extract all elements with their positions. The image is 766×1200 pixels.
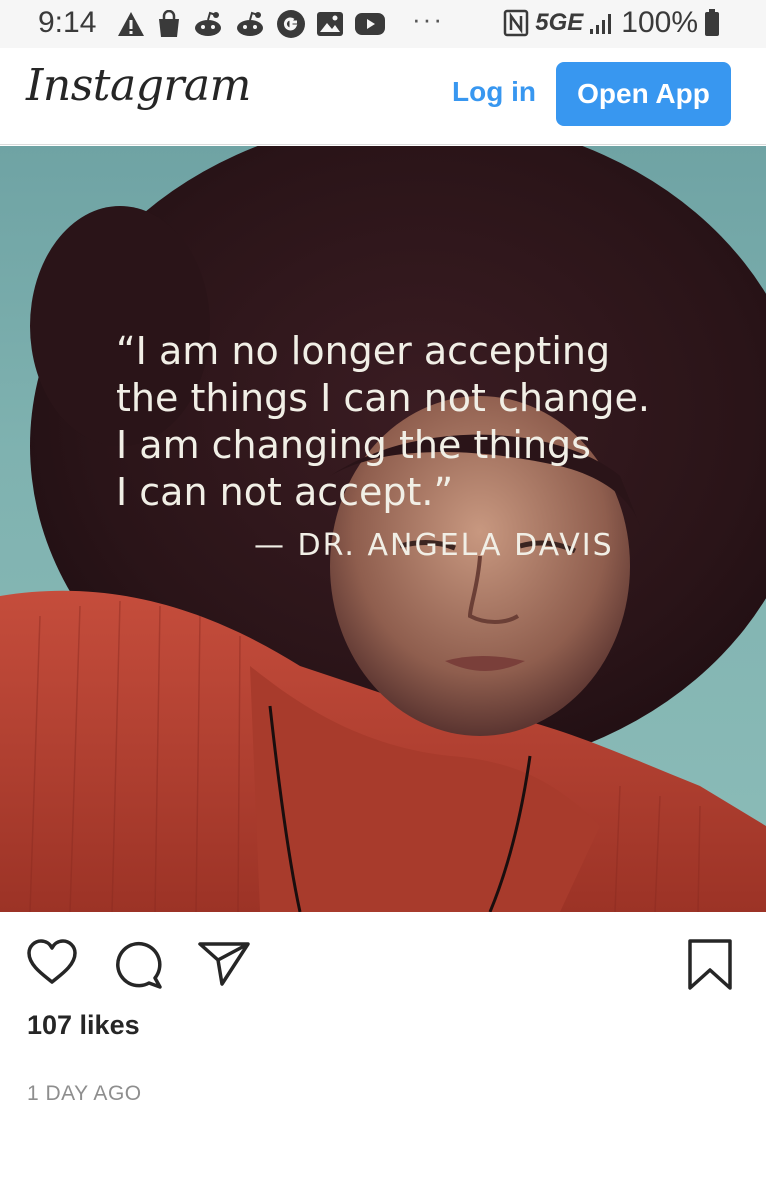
- battery-icon: [705, 9, 719, 36]
- warning-icon: [118, 12, 144, 36]
- quote-line: the things I can not change.: [116, 376, 650, 420]
- post-timestamp: 1 DAY AGO: [27, 1082, 142, 1105]
- status-time: 9:14: [38, 6, 97, 39]
- quote-line: “I am no longer accepting: [116, 329, 611, 373]
- send-icon[interactable]: [196, 938, 252, 990]
- app-header: Instagram Log in Open App: [0, 48, 766, 145]
- post-image[interactable]: “I am no longer accepting the things I c…: [0, 146, 766, 912]
- open-app-button[interactable]: Open App: [556, 62, 731, 126]
- shopping-bag-icon: [159, 10, 179, 37]
- quote-line: I can not accept.”: [116, 470, 454, 514]
- gallery-icon: [317, 12, 343, 36]
- login-link[interactable]: Log in: [452, 76, 536, 108]
- status-bar: 9:14 ··· 5GE 100%: [0, 0, 766, 48]
- quote-text: “I am no longer accepting the things I c…: [116, 328, 756, 516]
- comment-icon[interactable]: [110, 938, 164, 990]
- network-type: 5GE: [535, 9, 584, 36]
- google-icon: [277, 10, 305, 38]
- instagram-logo[interactable]: Instagram: [26, 60, 251, 111]
- heart-icon[interactable]: [25, 938, 79, 986]
- youtube-icon: [355, 13, 385, 35]
- notification-icons: [116, 8, 386, 40]
- likes-count[interactable]: 107 likes: [27, 1010, 140, 1041]
- quote-line: I am changing the things: [116, 423, 591, 467]
- battery-percent: 100%: [621, 6, 698, 39]
- system-status: 5GE 100%: [503, 6, 720, 40]
- signal-icon: [590, 14, 612, 34]
- reddit-icon: [195, 11, 221, 36]
- nfc-icon: [503, 9, 529, 37]
- quote-author: — DR. ANGELA DAVIS: [254, 528, 614, 563]
- more-notifications-icon: ···: [412, 4, 444, 34]
- bookmark-icon[interactable]: [686, 938, 734, 992]
- reddit-icon: [237, 11, 263, 36]
- post-actions: [0, 912, 766, 1012]
